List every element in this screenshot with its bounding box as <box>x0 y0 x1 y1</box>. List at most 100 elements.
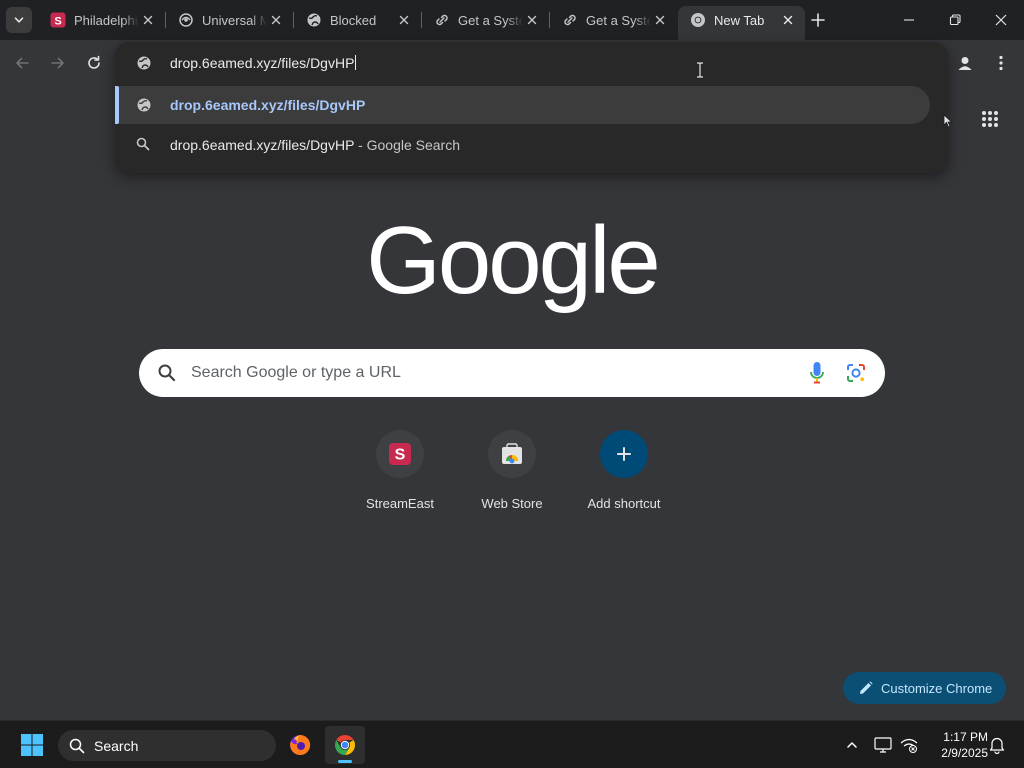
google-apps-button[interactable] <box>977 106 1003 132</box>
link-favicon <box>434 12 450 28</box>
monitor-icon <box>874 737 892 753</box>
minimize-button[interactable] <box>886 0 932 40</box>
tab-title: Philadelphia <box>74 12 139 28</box>
omnibox-suggestion[interactable]: drop.6eamed.xyz/files/DgvHP <box>115 86 930 124</box>
display-tray-button[interactable] <box>873 735 893 755</box>
customize-chrome-label: Customize Chrome <box>881 680 993 696</box>
plus-icon <box>600 430 648 478</box>
tab-title: Blocked <box>330 12 377 28</box>
arrow-right-icon <box>51 57 64 69</box>
restore-button[interactable] <box>932 0 978 40</box>
firefox-app[interactable] <box>280 726 320 764</box>
globe-favicon <box>306 12 322 28</box>
taskbar: Search 1:17 PM 2/9/2025 <box>0 720 1024 768</box>
text-cursor-icon <box>697 62 703 78</box>
lens-icon[interactable] <box>845 362 867 389</box>
reload-button[interactable] <box>81 50 107 76</box>
omnibox-suggestion[interactable]: drop.6eamed.xyz/files/DgvHP - Google Sea… <box>115 126 930 164</box>
restore-icon <box>949 14 961 26</box>
close-icon[interactable] <box>395 11 413 29</box>
google-logo: Google <box>366 207 661 314</box>
search-icon <box>136 137 150 156</box>
voice-search-icon[interactable] <box>809 361 825 390</box>
taskbar-search[interactable]: Search <box>58 730 276 761</box>
profile-button[interactable] <box>952 50 978 76</box>
webstore-icon <box>488 430 536 478</box>
tab-strip: S Philadelphia Universal Media Blocked G… <box>0 0 1024 40</box>
tab-search-button[interactable] <box>6 7 32 33</box>
start-button[interactable] <box>12 726 52 764</box>
close-icon[interactable] <box>139 11 157 29</box>
tab-get-a-system-1[interactable]: Get a System <box>422 6 549 34</box>
arrow-cursor-icon <box>943 114 953 128</box>
close-icon <box>995 14 1007 26</box>
chevron-down-icon <box>14 17 24 23</box>
search-placeholder: Search Google or type a URL <box>191 364 401 381</box>
address-input[interactable]: drop.6eamed.xyz/files/DgvHP <box>170 55 357 71</box>
tab-title: Get a System <box>458 12 523 28</box>
chrome-app[interactable] <box>325 726 365 764</box>
close-icon[interactable] <box>779 11 797 29</box>
address-text: drop.6eamed.xyz/files/DgvHP <box>170 55 355 71</box>
new-tab-button[interactable] <box>806 8 830 32</box>
search-icon <box>69 738 85 754</box>
notifications-button[interactable] <box>987 735 1007 755</box>
back-button[interactable] <box>9 50 35 76</box>
suggestion-text: drop.6eamed.xyz/files/DgvHP <box>170 97 366 113</box>
shortcut-web-store[interactable]: Web Store <box>456 430 568 520</box>
shortcut-add[interactable]: Add shortcut <box>568 430 680 520</box>
close-window-button[interactable] <box>978 0 1024 40</box>
tab-philadelphia[interactable]: S Philadelphia <box>38 6 165 34</box>
menu-button[interactable] <box>988 50 1014 76</box>
no-internet-icon <box>900 738 918 753</box>
search-box[interactable]: Search Google or type a URL <box>139 349 885 397</box>
text-caret <box>355 55 357 70</box>
tab-blocked[interactable]: Blocked <box>294 6 421 34</box>
close-icon[interactable] <box>523 11 541 29</box>
tab-get-a-system-2[interactable]: Get a System <box>550 6 677 34</box>
svg-text:S: S <box>54 15 61 27</box>
omnibox-dropdown: drop.6eamed.xyz/files/DgvHP drop.6eamed.… <box>115 42 948 173</box>
chevron-up-icon <box>847 742 857 748</box>
forward-button[interactable] <box>45 50 71 76</box>
globe-icon <box>136 55 152 76</box>
pencil-icon <box>860 681 873 694</box>
tab-title: Get a System <box>586 12 651 28</box>
shortcut-streameast[interactable]: S StreamEast <box>344 430 456 520</box>
clock-date: 2/9/2025 <box>941 746 988 760</box>
active-app-indicator <box>338 760 352 763</box>
search-icon <box>157 363 177 388</box>
shortcut-label: StreamEast <box>366 496 434 511</box>
taskbar-clock[interactable]: 1:17 PM 2/9/2025 <box>926 729 988 761</box>
close-icon[interactable] <box>651 11 669 29</box>
reload-icon <box>88 55 100 69</box>
streameast-favicon: S <box>50 12 66 28</box>
close-icon[interactable] <box>267 11 285 29</box>
plus-icon <box>811 13 825 27</box>
chrome-favicon <box>690 12 706 28</box>
arrow-left-icon <box>16 57 29 69</box>
globe-icon <box>136 97 152 118</box>
address-bar[interactable]: drop.6eamed.xyz/files/DgvHP <box>115 42 948 84</box>
shortcut-label: Add shortcut <box>587 496 661 511</box>
selection-indicator <box>115 86 119 124</box>
tab-title: Universal Media <box>202 12 267 28</box>
firefox-icon <box>290 734 311 755</box>
customize-chrome-button[interactable]: Customize Chrome <box>843 672 1006 704</box>
link-favicon <box>562 12 578 28</box>
suggestion-query: drop.6eamed.xyz/files/DgvHP <box>170 137 355 153</box>
shortcut-label: Web Store <box>481 496 543 511</box>
windows-icon <box>21 734 43 756</box>
tab-universal[interactable]: Universal Media <box>166 6 293 34</box>
apps-grid-icon <box>982 111 998 127</box>
swirl-favicon <box>178 12 194 28</box>
tab-new-tab[interactable]: New Tab <box>678 6 805 40</box>
streameast-icon: S <box>376 430 424 478</box>
chrome-icon <box>335 735 355 755</box>
tab-title: New Tab <box>714 12 765 28</box>
suggestion-text: drop.6eamed.xyz/files/DgvHP - Google Sea… <box>170 137 460 153</box>
clock-time: 1:17 PM <box>943 730 988 744</box>
network-tray-button[interactable] <box>899 735 919 755</box>
suggestion-suffix: - Google Search <box>354 137 461 153</box>
show-hidden-icons-button[interactable] <box>842 735 862 755</box>
